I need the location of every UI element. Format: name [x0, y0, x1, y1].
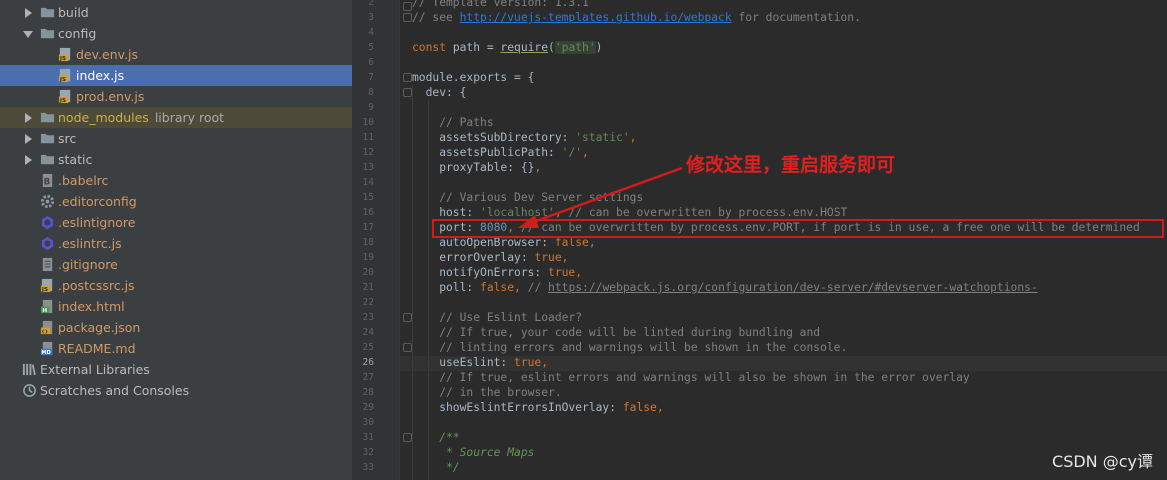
annotation-text: 修改这里，重启服务即可	[686, 154, 896, 176]
annotation-arrow	[518, 166, 683, 228]
watermark: CSDN @cy谭	[1052, 452, 1153, 471]
